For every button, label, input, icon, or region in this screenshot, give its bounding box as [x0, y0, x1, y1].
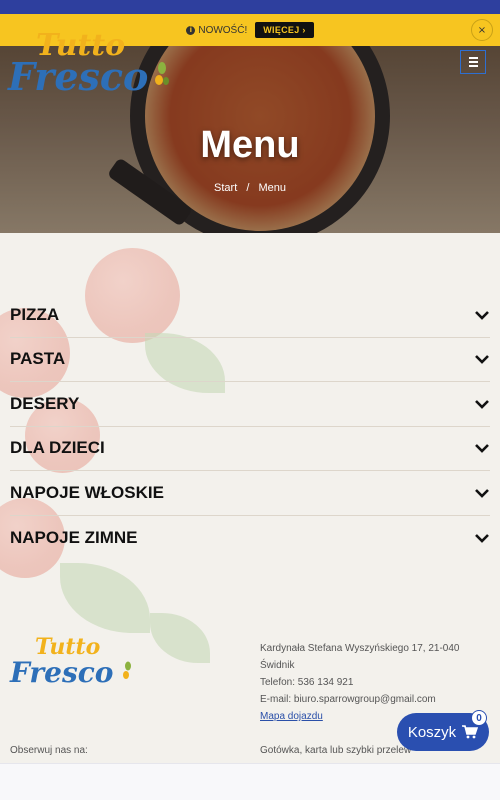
logo-text-bottom: Fresco — [8, 54, 149, 99]
breadcrumb-current: Menu — [258, 182, 286, 194]
chevron-down-icon — [475, 399, 489, 409]
category-label: DLA DZIECI — [10, 438, 105, 458]
address-city: Świdnik — [260, 660, 295, 671]
cart-count-badge: 0 — [471, 710, 487, 726]
category-dla-dzieci[interactable]: DLA DZIECI — [10, 427, 490, 471]
page-title: Menu — [200, 124, 300, 166]
info-icon: i — [186, 25, 196, 35]
olive-branch-icon — [155, 62, 169, 85]
breadcrumb: Start / Menu — [0, 182, 500, 194]
email-text: E-mail: biuro.sparrowgroup@gmail.com — [260, 694, 436, 705]
shopping-cart-icon — [462, 725, 479, 739]
category-napoje-wloskie[interactable]: NAPOJE WŁOSKIE — [10, 471, 490, 516]
notice-text: NOWOŚĆ! — [198, 24, 248, 36]
phone-text: Telefon: 536 134 921 — [260, 677, 354, 688]
breadcrumb-start-link[interactable]: Start — [214, 182, 237, 194]
category-pasta[interactable]: PASTA — [10, 338, 490, 382]
address-line: Kardynała Stefana Wyszyńskiego 17, 21-04… — [260, 643, 460, 654]
bottom-bar — [0, 763, 500, 800]
logo-text-bottom: Fresco — [10, 656, 114, 689]
category-label: DESERY — [10, 393, 80, 413]
category-label: NAPOJE ZIMNE — [10, 527, 138, 547]
chevron-down-icon — [475, 444, 489, 454]
category-list: PIZZA PASTA DESERY DLA DZIECI NAPOJE WŁO… — [10, 293, 490, 560]
top-bar — [0, 0, 500, 14]
category-label: PASTA — [10, 349, 66, 369]
breadcrumb-separator: / — [246, 182, 250, 194]
site-logo[interactable]: Tutto Fresco — [8, 28, 180, 104]
close-notice-button[interactable]: × — [471, 19, 493, 41]
category-label: NAPOJE WŁOSKIE — [10, 482, 164, 502]
cart-label: Koszyk — [407, 723, 457, 741]
chevron-down-icon — [475, 355, 489, 365]
category-pizza[interactable]: PIZZA — [10, 293, 490, 338]
chevron-down-icon — [475, 488, 489, 498]
hamburger-menu-icon[interactable] — [460, 50, 486, 74]
olive-branch-icon — [123, 661, 131, 679]
follow-us-label: Obserwuj nas na: — [10, 745, 88, 756]
category-label: PIZZA — [10, 304, 60, 324]
category-desery[interactable]: DESERY — [10, 382, 490, 427]
category-napoje-zimne[interactable]: NAPOJE ZIMNE — [10, 516, 490, 561]
footer-logo[interactable]: Tutto Fresco — [10, 634, 140, 698]
more-button[interactable]: WIĘCEJ › — [255, 22, 314, 38]
cart-button[interactable]: Koszyk 0 — [397, 710, 489, 751]
payment-methods-text: Gotówka, karta lub szybki przelew — [260, 745, 412, 756]
chevron-down-icon — [475, 533, 489, 543]
chevron-down-icon — [475, 310, 489, 320]
